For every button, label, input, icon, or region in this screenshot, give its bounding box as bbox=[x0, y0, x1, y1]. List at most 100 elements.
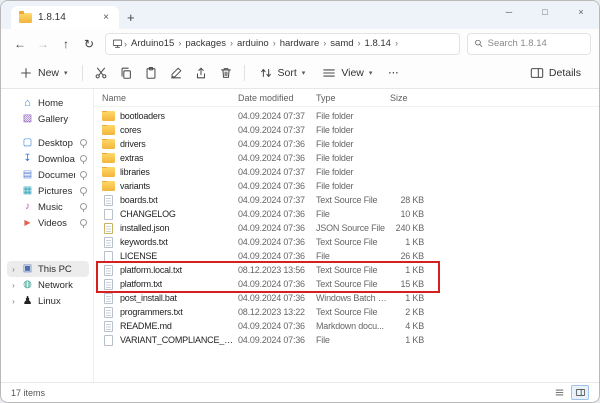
chevron-expand-icon[interactable]: › bbox=[10, 265, 17, 274]
file-row[interactable]: README.md 04.09.2024 07:36 Markdown docu..… bbox=[102, 319, 599, 333]
chevron-expand-icon[interactable]: › bbox=[10, 297, 17, 306]
sidebar-item-documents[interactable]: Documents bbox=[7, 167, 89, 183]
new-button[interactable]: New ▾ bbox=[11, 62, 76, 84]
sidebar-item-linux[interactable]: › Linux bbox=[7, 293, 89, 309]
breadcrumb-item[interactable]: hardware bbox=[277, 38, 323, 49]
sidebar-item-videos[interactable]: Videos bbox=[7, 215, 89, 231]
file-row[interactable]: libraries 04.09.2024 07:37 File folder bbox=[102, 165, 599, 179]
file-row[interactable]: variants 04.09.2024 07:36 File folder bbox=[102, 179, 599, 193]
file-date: 04.09.2024 07:36 bbox=[238, 209, 305, 219]
maximize-button[interactable]: □ bbox=[527, 1, 563, 23]
column-header-date-modified[interactable]: Date modified bbox=[238, 93, 316, 103]
breadcrumb-item[interactable]: Arduino15 bbox=[128, 38, 177, 49]
sidebar-item-label: Documents bbox=[38, 169, 75, 181]
breadcrumb-item[interactable]: 1.8.14 bbox=[362, 38, 394, 49]
breadcrumb-item[interactable]: packages bbox=[182, 38, 229, 49]
sidebar-item-pictures[interactable]: Pictures bbox=[7, 183, 89, 199]
sidebar-item-desktop[interactable]: Desktop bbox=[7, 135, 89, 151]
sort-button[interactable]: Sort ▾ bbox=[251, 62, 314, 84]
column-header-size[interactable]: Size bbox=[390, 93, 432, 103]
delete-icon bbox=[220, 68, 231, 78]
share-button[interactable] bbox=[189, 61, 213, 85]
file-name-cell: CHANGELOG bbox=[102, 208, 238, 220]
column-header-name[interactable]: Name bbox=[102, 93, 238, 103]
sidebar-item-downloads[interactable]: Downloads bbox=[7, 151, 89, 167]
file-name-cell: VARIANT_COMPLIANCE_CHANGELOG bbox=[102, 334, 238, 346]
up-button[interactable]: ↑ bbox=[55, 33, 77, 55]
file-icon bbox=[104, 334, 113, 346]
sidebar-item-this-pc[interactable]: › This PC bbox=[7, 261, 89, 277]
file-row[interactable]: VARIANT_COMPLIANCE_CHANGELOG04.09.2024 0… bbox=[102, 333, 599, 347]
breadcrumb-item[interactable]: samd bbox=[327, 38, 356, 49]
rename-icon bbox=[170, 67, 181, 79]
forward-button[interactable]: → bbox=[32, 33, 54, 55]
file-size: 28 KB bbox=[400, 195, 424, 205]
file-row[interactable]: LICENSE 04.09.2024 07:36 File 26 KB bbox=[102, 249, 599, 263]
pictures-icon bbox=[21, 186, 34, 196]
chevron-expand-icon[interactable]: › bbox=[10, 281, 17, 290]
file-name-cell: keywords.txt bbox=[102, 236, 238, 248]
file-name-cell: LICENSE bbox=[102, 250, 238, 262]
column-header-type[interactable]: Type bbox=[316, 93, 390, 103]
more-options-button[interactable]: ⋯ bbox=[381, 61, 405, 85]
details-view-toggle[interactable] bbox=[571, 385, 589, 400]
file-row[interactable]: keywords.txt 04.09.2024 07:36 Text Source … bbox=[102, 235, 599, 249]
file-row[interactable]: boards.txt 04.09.2024 07:37 Text Source Fi… bbox=[102, 193, 599, 207]
file-type: File bbox=[316, 335, 330, 345]
view-button[interactable]: View ▾ bbox=[314, 62, 380, 84]
file-row[interactable]: installed.json 04.09.2024 07:36 JSON Sourc… bbox=[102, 221, 599, 235]
file-row[interactable]: platform.txt 04.09.2024 07:36 Text Source … bbox=[102, 277, 599, 291]
paste-button[interactable] bbox=[139, 61, 163, 85]
file-size: 10 KB bbox=[400, 209, 424, 219]
sidebar-item-music[interactable]: Music bbox=[7, 199, 89, 215]
sidebar-item-gallery[interactable]: Gallery bbox=[7, 111, 89, 127]
address-bar[interactable]: › Arduino15 › packages › arduino › hardware › sa… bbox=[105, 32, 460, 55]
file-size: 2 KB bbox=[405, 307, 424, 317]
search-icon bbox=[475, 39, 483, 47]
tab-current-folder[interactable]: 1.8.14 × bbox=[11, 6, 119, 29]
file-name-cell: libraries bbox=[102, 167, 238, 177]
cut-button[interactable] bbox=[89, 61, 113, 85]
file-name-cell: platform.txt bbox=[102, 278, 238, 290]
delete-button[interactable] bbox=[214, 61, 238, 85]
list-view-toggle[interactable] bbox=[550, 385, 568, 400]
chevron-down-icon: ▾ bbox=[64, 70, 68, 77]
pin-icon bbox=[79, 202, 87, 212]
this-pc-icon bbox=[21, 264, 34, 274]
sidebar-item-home[interactable]: Home bbox=[7, 95, 89, 111]
file-row[interactable]: platform.local.txt 08.12.2023 13:56 Text S… bbox=[102, 263, 599, 277]
copy-button[interactable] bbox=[114, 61, 138, 85]
file-row[interactable]: cores 04.09.2024 07:37 File folder bbox=[102, 123, 599, 137]
tab-close-icon[interactable]: × bbox=[101, 12, 111, 23]
text-file-icon bbox=[104, 306, 113, 318]
back-button[interactable]: ← bbox=[9, 33, 31, 55]
new-tab-button[interactable]: + bbox=[119, 10, 145, 29]
folder-icon bbox=[102, 139, 115, 149]
file-type: File folder bbox=[316, 153, 354, 163]
minimize-button[interactable]: ─ bbox=[491, 1, 527, 23]
rename-button[interactable] bbox=[164, 61, 188, 85]
file-row[interactable]: CHANGELOG 04.09.2024 07:36 File 10 KB bbox=[102, 207, 599, 221]
close-button[interactable]: × bbox=[563, 1, 599, 23]
file-row[interactable]: programmers.txt 08.12.2023 13:22 Text Sour… bbox=[102, 305, 599, 319]
file-row[interactable]: bootloaders 04.09.2024 07:37 File folder bbox=[102, 109, 599, 123]
refresh-button[interactable]: ↻ bbox=[78, 33, 100, 55]
sidebar-item-network[interactable]: › Network bbox=[7, 277, 89, 293]
view-toggles bbox=[550, 385, 589, 400]
details-pane-button[interactable]: Details bbox=[522, 62, 589, 84]
file-name: boards.txt bbox=[120, 195, 158, 205]
file-name-cell: installed.json bbox=[102, 222, 238, 234]
search-box[interactable] bbox=[467, 32, 591, 55]
file-date: 04.09.2024 07:37 bbox=[238, 111, 305, 121]
chevron-right-icon: › bbox=[272, 38, 276, 48]
details-pane-icon bbox=[530, 68, 544, 78]
file-size: 26 KB bbox=[400, 251, 424, 261]
search-input[interactable] bbox=[487, 38, 584, 49]
file-row[interactable]: post_install.bat 04.09.2024 07:36 Windows … bbox=[102, 291, 599, 305]
network-icon bbox=[21, 280, 34, 290]
file-name: programmers.txt bbox=[120, 307, 183, 317]
file-row[interactable]: extras 04.09.2024 07:36 File folder bbox=[102, 151, 599, 165]
breadcrumb-item[interactable]: arduino bbox=[234, 38, 272, 49]
videos-icon bbox=[21, 218, 34, 228]
file-row[interactable]: drivers 04.09.2024 07:36 File folder bbox=[102, 137, 599, 151]
